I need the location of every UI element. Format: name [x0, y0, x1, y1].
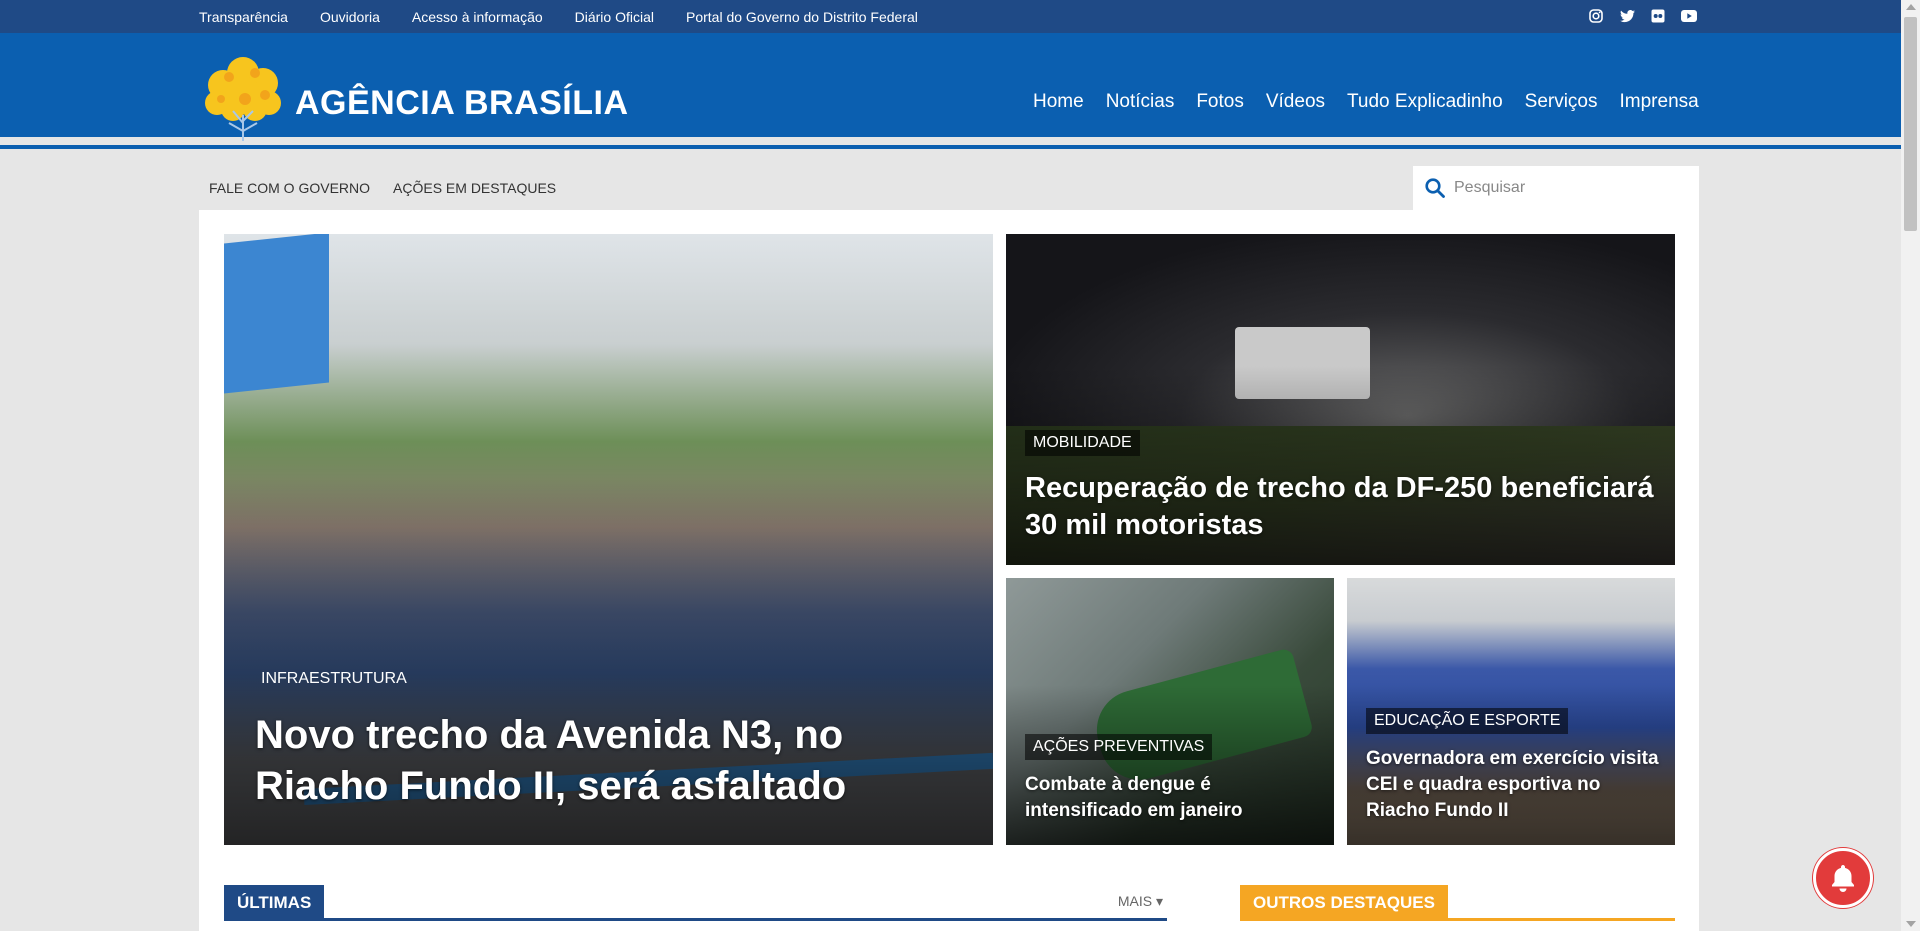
nav-videos[interactable]: Vídeos	[1266, 91, 1325, 113]
section-latest-header: ÚLTIMAS MAIS ▾	[224, 885, 1167, 921]
nav-servicos[interactable]: Serviços	[1525, 91, 1598, 113]
site-logo[interactable]: AGÊNCIA BRASÍLIA	[199, 51, 629, 143]
main-nav: Home Notícias Fotos Vídeos Tudo Explicad…	[1033, 91, 1721, 113]
link-acesso-informacao[interactable]: Acesso à informação	[412, 9, 543, 25]
top-utility-bar: Transparência Ouvidoria Acesso à informa…	[0, 0, 1901, 33]
tree-logo-icon	[205, 57, 281, 141]
category-label[interactable]: MOBILIDADE	[1025, 430, 1140, 456]
nav-home[interactable]: Home	[1033, 91, 1084, 113]
nav-noticias[interactable]: Notícias	[1106, 91, 1175, 113]
headline[interactable]: Recuperação de trecho da DF-250 benefici…	[1025, 470, 1655, 544]
instagram-icon[interactable]	[1587, 8, 1605, 24]
headline[interactable]: Governadora em exercício visita CEI e qu…	[1366, 746, 1666, 824]
nav-fale-com-o-governo[interactable]: FALE COM O GOVERNO	[209, 180, 370, 196]
link-diario-oficial[interactable]: Diário Oficial	[575, 9, 654, 25]
search-input[interactable]	[1454, 179, 1684, 197]
section-others-header: OUTROS DESTAQUES	[1240, 885, 1675, 921]
more-dropdown[interactable]: MAIS ▾	[1118, 893, 1163, 910]
category-label[interactable]: AÇÕES PREVENTIVAS	[1025, 734, 1213, 760]
headline[interactable]: Novo trecho da Avenida N3, no Riacho Fun…	[255, 710, 975, 812]
section-latest-title: ÚLTIMAS	[224, 885, 325, 918]
search-box	[1413, 166, 1699, 210]
search-icon[interactable]	[1424, 177, 1446, 199]
nav-acoes-em-destaques[interactable]: AÇÕES EM DESTAQUES	[393, 180, 556, 196]
link-transparencia[interactable]: Transparência	[199, 9, 288, 25]
nav-fotos[interactable]: Fotos	[1196, 91, 1244, 113]
page-scrollbar[interactable]	[1901, 0, 1920, 931]
nav-imprensa[interactable]: Imprensa	[1620, 91, 1699, 113]
category-label[interactable]: EDUCAÇÃO E ESPORTE	[1366, 708, 1569, 734]
section-others-title: OUTROS DESTAQUES	[1240, 885, 1448, 918]
category-label[interactable]: INFRAESTRUTURA	[253, 666, 415, 692]
bell-icon	[1832, 865, 1854, 892]
featured-card-dengue[interactable]: AÇÕES PREVENTIVAS Combate à dengue é int…	[1006, 578, 1334, 845]
social-links	[1587, 8, 1711, 24]
scrollbar-thumb[interactable]	[1904, 17, 1917, 231]
link-ouvidoria[interactable]: Ouvidoria	[320, 9, 380, 25]
featured-card-mobilidade[interactable]: MOBILIDADE Recuperação de trecho da DF-2…	[1006, 234, 1675, 565]
nav-tudo-explicadinho[interactable]: Tudo Explicadinho	[1347, 91, 1503, 113]
youtube-icon[interactable]	[1680, 8, 1698, 24]
logo-text: AGÊNCIA BRASÍLIA	[295, 83, 629, 122]
featured-card-educacao[interactable]: EDUCAÇÃO E ESPORTE Governadora em exercí…	[1347, 578, 1675, 845]
more-label: MAIS	[1117, 893, 1153, 909]
notification-bell-button[interactable]	[1813, 848, 1873, 908]
utility-links: Transparência Ouvidoria Acesso à informa…	[199, 0, 950, 33]
site-header: AGÊNCIA BRASÍLIA Home Notícias Fotos Víd…	[0, 33, 1901, 149]
secondary-nav-items: FALE COM O GOVERNO AÇÕES EM DESTAQUES	[209, 180, 579, 196]
flickr-icon[interactable]	[1649, 8, 1667, 24]
photo-banner	[224, 234, 329, 394]
featured-card-main[interactable]: INFRAESTRUTURA Novo trecho da Avenida N3…	[224, 234, 993, 845]
headline[interactable]: Combate à dengue é intensificado em jane…	[1025, 772, 1325, 824]
caret-down-icon: ▾	[1155, 893, 1163, 909]
scroll-down-icon[interactable]	[1906, 921, 1916, 927]
scroll-up-icon[interactable]	[1906, 4, 1916, 10]
link-portal-governo[interactable]: Portal do Governo do Distrito Federal	[686, 9, 918, 25]
twitter-icon[interactable]	[1618, 8, 1636, 24]
